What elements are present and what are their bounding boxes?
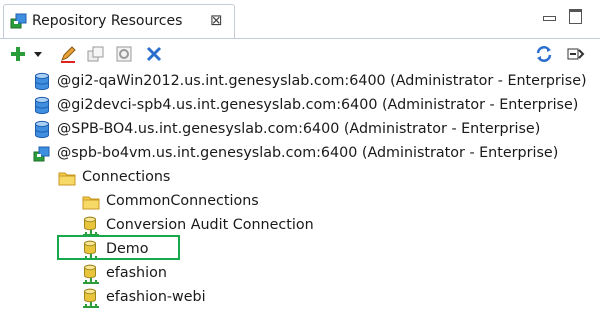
folder-icon: [82, 196, 100, 210]
tree-item-label: Conversion Audit Connection: [106, 217, 314, 233]
database-server-icon: [35, 72, 49, 91]
edit-icon[interactable]: [58, 44, 78, 64]
connected-server-icon: [33, 146, 50, 162]
connection-icon: [82, 288, 100, 308]
tree-item-label: @SPB-BO4.us.int.genesyslab.com:6400 (Adm…: [57, 121, 541, 137]
tree-item-label: CommonConnections: [106, 193, 259, 209]
folder-open-icon: [58, 172, 76, 186]
selection-highlight-box: [57, 235, 180, 260]
refresh-icon[interactable]: [534, 44, 554, 64]
delete-icon[interactable]: [144, 44, 164, 64]
maximize-icon[interactable]: [569, 9, 582, 24]
view-tab-bar: Repository Resources ⊠: [0, 0, 600, 38]
duplicate-icon[interactable]: [86, 44, 106, 64]
collapse-all-icon[interactable]: [566, 44, 586, 64]
repository-icon: [10, 13, 27, 29]
toolbar: [0, 39, 600, 69]
minimize-icon[interactable]: [543, 16, 556, 21]
tab-repository-resources[interactable]: Repository Resources ⊠: [3, 4, 235, 38]
add-icon[interactable]: [8, 44, 28, 64]
tree-item-label: Connections: [82, 169, 171, 185]
dropdown-arrow-icon[interactable]: [32, 44, 44, 64]
tree-item-label: @gi2-qaWin2012.us.int.genesyslab.com:640…: [57, 73, 587, 89]
database-server-icon: [35, 120, 49, 139]
tree-item-label: efashion-webi: [106, 289, 206, 305]
tab-title: Repository Resources: [32, 13, 183, 29]
repository-tree: @gi2-qaWin2012.us.int.genesyslab.com:640…: [0, 70, 600, 309]
tree-item-label: @gi2devci-spb4.us.int.genesyslab.com:640…: [57, 97, 579, 113]
close-icon[interactable]: ⊠: [210, 11, 223, 29]
connection-icon: [82, 216, 100, 236]
tree-item-label: efashion: [106, 265, 167, 281]
connection-icon: [82, 264, 100, 284]
database-server-icon: [35, 96, 49, 115]
properties-icon[interactable]: [114, 44, 134, 64]
tree-item-label: @spb-bo4vm.us.int.genesyslab.com:6400 (A…: [57, 145, 559, 161]
